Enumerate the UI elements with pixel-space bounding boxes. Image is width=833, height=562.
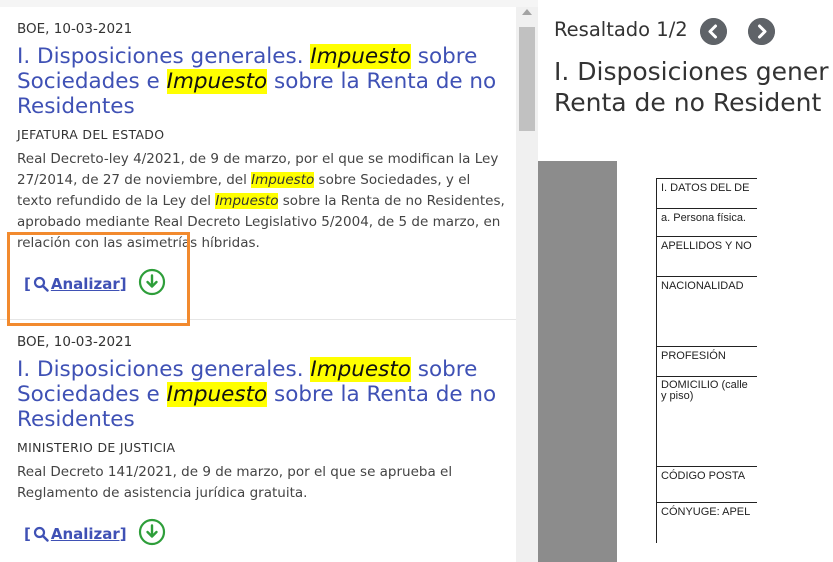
form-row: a. Persona física. xyxy=(657,209,757,237)
scroll-up-arrow-icon[interactable] xyxy=(522,9,532,15)
analyze-label: Analizar] xyxy=(50,525,127,543)
document-viewer-panel: Resaltado 1/2 I. Disposiciones gener Ren… xyxy=(538,0,833,562)
form-row: NACIONALIDAD xyxy=(657,277,757,347)
result-title-link[interactable]: I. Disposiciones generales. Impuesto sob… xyxy=(17,357,497,432)
result-title-link[interactable]: I. Disposiciones generales. Impuesto sob… xyxy=(17,44,497,119)
result-card: BOE, 10-03-2021 I. Disposiciones general… xyxy=(0,320,516,562)
form-row: DOMICILIO (calle y piso) xyxy=(657,377,757,467)
results-panel: BOE, 10-03-2021 I. Disposiciones general… xyxy=(0,0,538,562)
result-date: BOE, 10-03-2021 xyxy=(17,21,133,37)
download-icon[interactable] xyxy=(138,518,166,546)
document-title: I. Disposiciones gener Renta de no Resid… xyxy=(554,57,829,117)
result-description: Real Decreto 141/2021, de 9 de marzo, po… xyxy=(17,464,453,501)
scroll-thumb[interactable] xyxy=(519,27,535,131)
previous-highlight-button[interactable] xyxy=(700,18,727,45)
form-row: CÓNYUGE: APEL xyxy=(661,506,751,518)
form-row: PROFESIÓN xyxy=(657,347,757,377)
result-date: BOE, 10-03-2021 xyxy=(17,334,133,350)
annotation-highlight-box xyxy=(7,232,190,326)
next-highlight-button[interactable] xyxy=(748,18,775,45)
form-row: I. DATOS DEL DE xyxy=(657,179,757,209)
result-organization: JEFATURA DEL ESTADO xyxy=(17,127,165,142)
analyze-button[interactable]: [ Analizar] xyxy=(24,525,127,543)
pdf-form-table: I. DATOS DEL DE a. Persona física. APELL… xyxy=(656,178,757,543)
form-row: CÓDIGO POSTA xyxy=(657,467,757,503)
result-organization: MINISTERIO DE JUSTICIA xyxy=(17,440,176,455)
search-icon xyxy=(33,526,49,542)
form-row: APELLIDOS Y NO xyxy=(657,237,757,277)
viewer-margin xyxy=(538,161,617,562)
results-scrollbar[interactable] xyxy=(516,7,538,562)
pdf-viewer[interactable]: I. DATOS DEL DE a. Persona física. APELL… xyxy=(538,161,833,562)
highlight-counter: Resaltado 1/2 xyxy=(554,18,688,41)
